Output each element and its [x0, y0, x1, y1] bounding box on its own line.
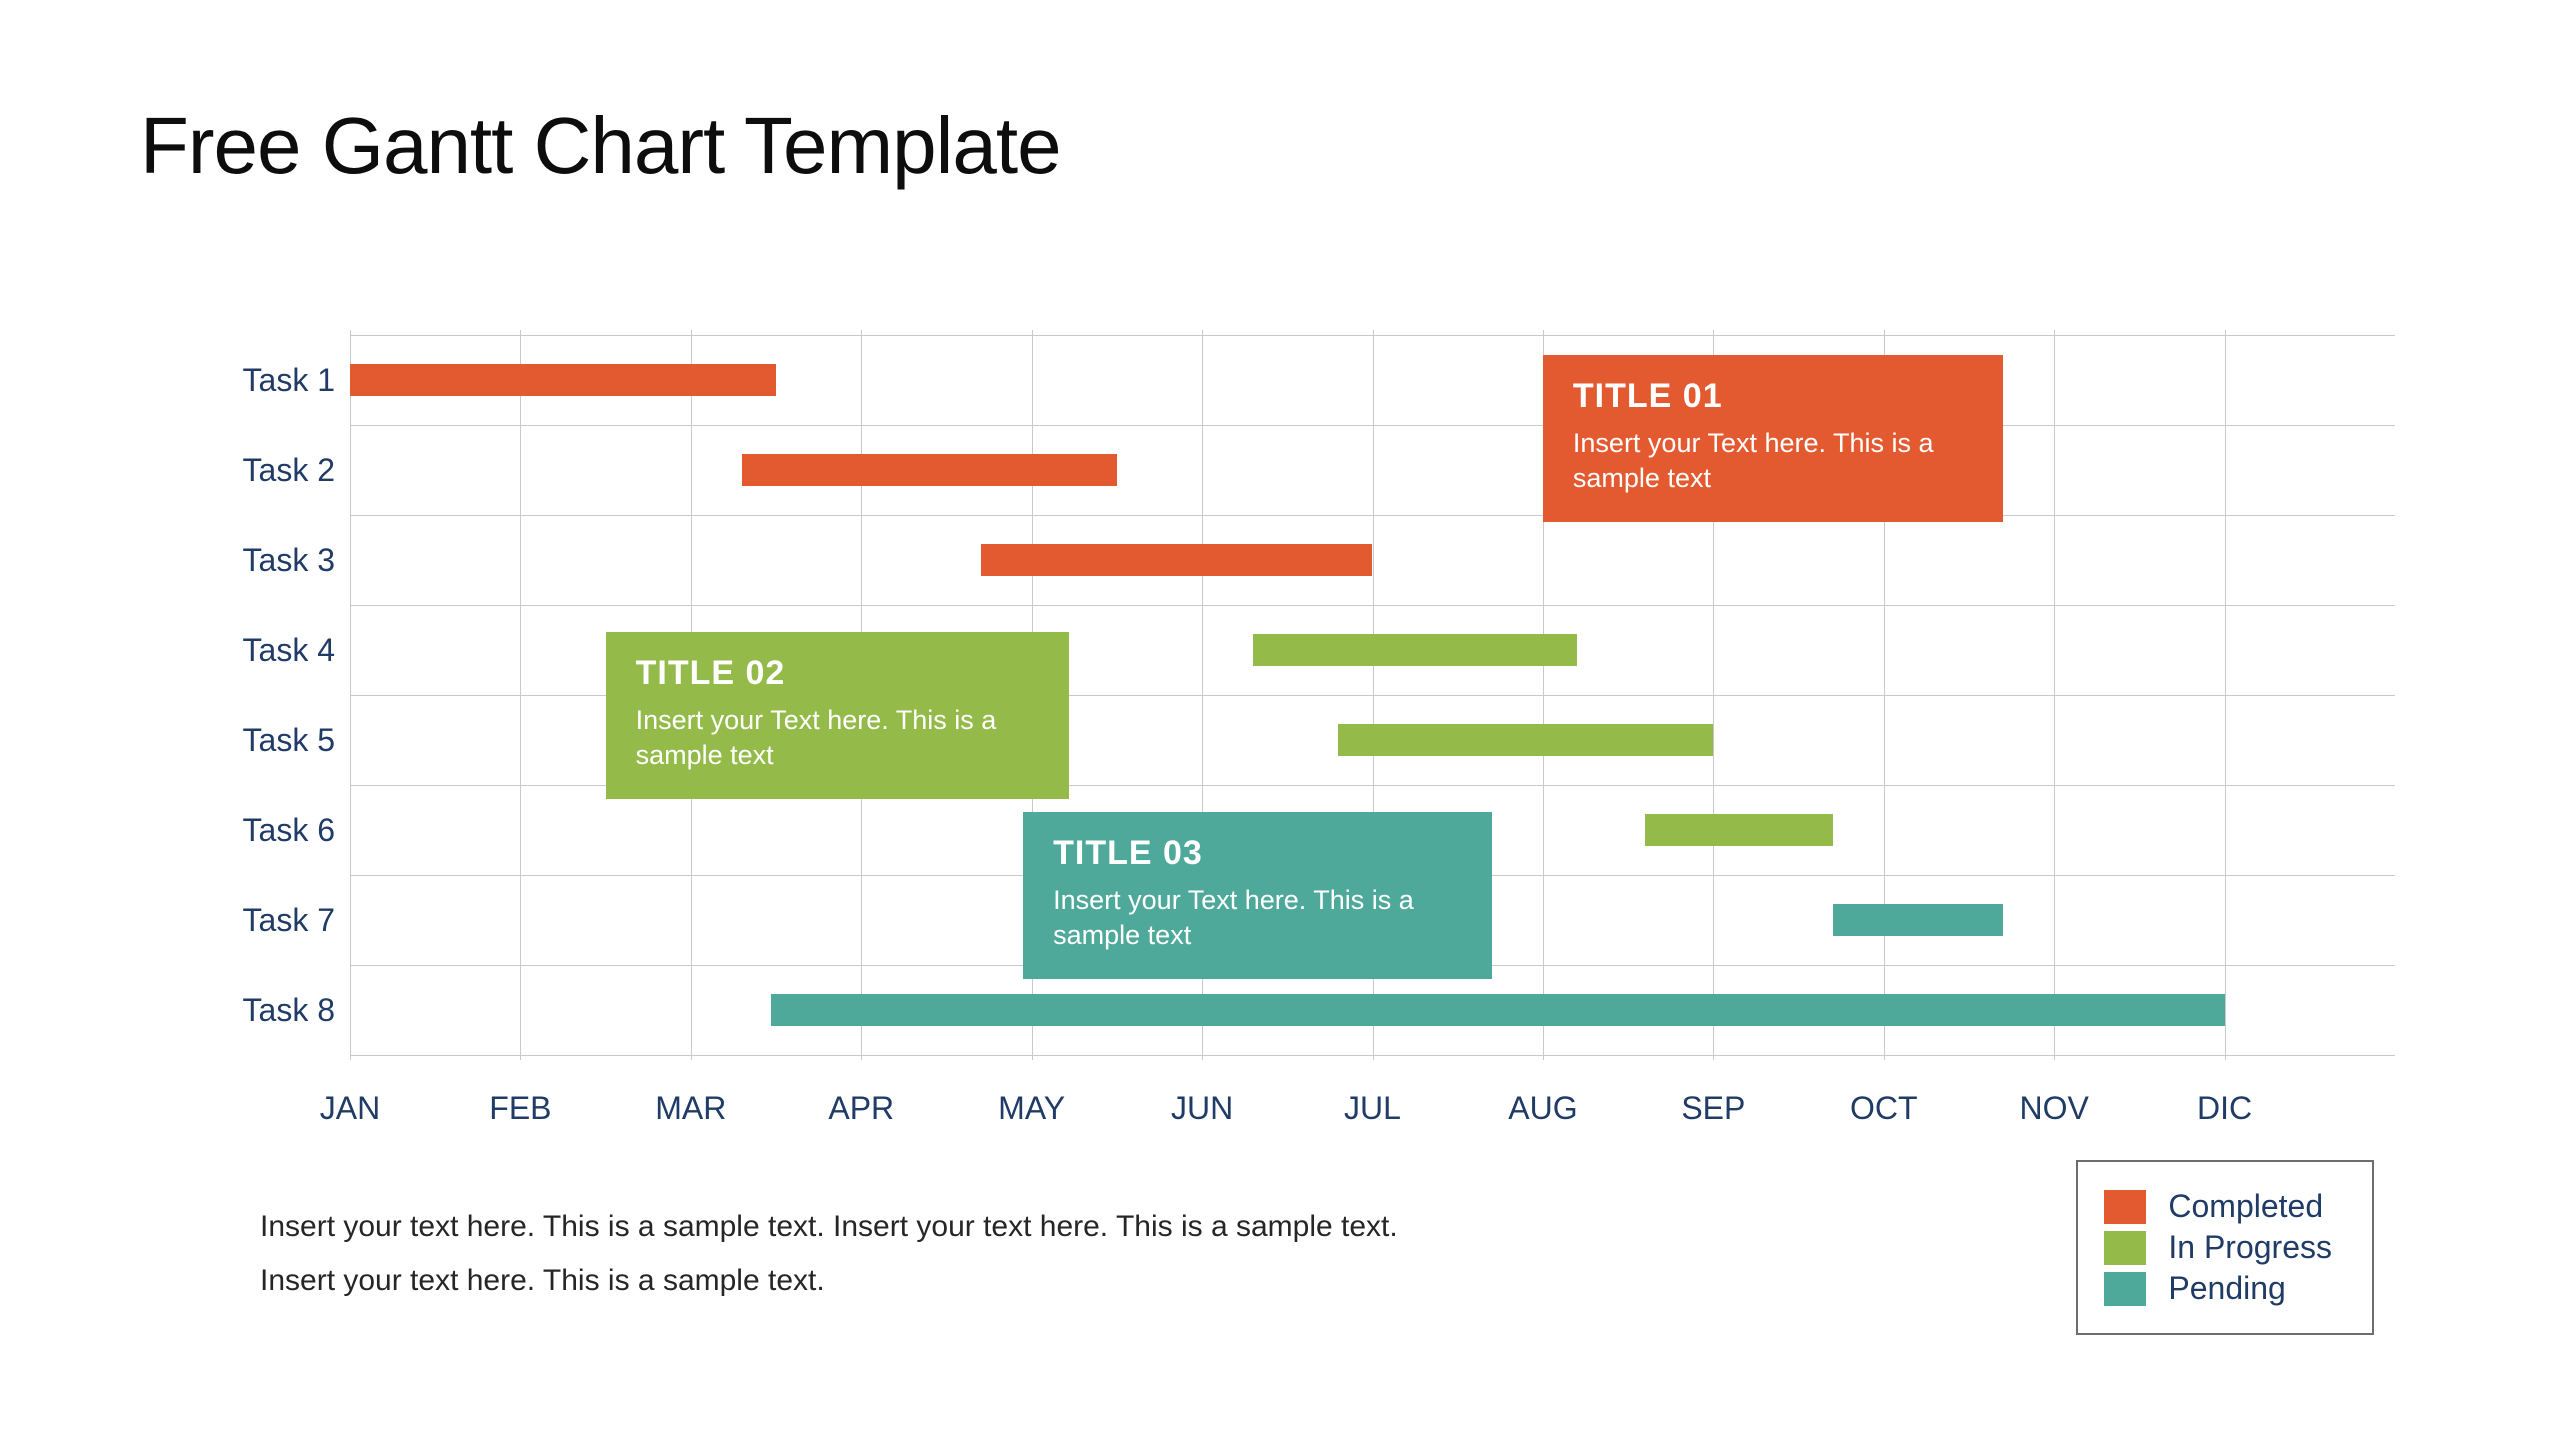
legend-label: Pending: [2168, 1270, 2285, 1307]
plot-region: TITLE 01 Insert your Text here. This is a…: [350, 330, 2395, 1060]
task-label: Task 2: [220, 452, 335, 489]
callout-title: TITLE 02: [636, 654, 1040, 693]
gantt-bar: [350, 364, 776, 396]
gridline-horizontal: [350, 515, 2395, 516]
callout-title: TITLE 01: [1573, 377, 1973, 416]
gantt-bar: [1645, 814, 1832, 846]
slide: Free Gantt Chart Template TITLE 01 Insert…: [0, 0, 2559, 1440]
month-label: JAN: [320, 1090, 380, 1127]
task-label: Task 5: [220, 722, 335, 759]
task-label: Task 1: [220, 362, 335, 399]
callout-body: Insert your Text here. This is a sample …: [636, 703, 1040, 773]
month-label: JUN: [1171, 1090, 1233, 1127]
gridline-horizontal: [350, 1055, 2395, 1056]
legend-swatch: [2104, 1272, 2146, 1306]
month-label: OCT: [1850, 1090, 1918, 1127]
legend-swatch: [2104, 1231, 2146, 1265]
task-label: Task 7: [220, 902, 335, 939]
callout-box: TITLE 03 Insert your Text here. This is a…: [1023, 812, 1492, 979]
legend-item: Pending: [2104, 1270, 2332, 1307]
gridline-horizontal: [350, 605, 2395, 606]
month-label: SEP: [1681, 1090, 1745, 1127]
gantt-chart: TITLE 01 Insert your Text here. This is a…: [220, 330, 2395, 1060]
legend-label: Completed: [2168, 1188, 2323, 1225]
callout-box: TITLE 01 Insert your Text here. This is a…: [1543, 355, 2003, 522]
legend-label: In Progress: [2168, 1229, 2332, 1266]
callout-body: Insert your Text here. This is a sample …: [1053, 883, 1462, 953]
month-label: MAR: [655, 1090, 726, 1127]
month-label: AUG: [1508, 1090, 1577, 1127]
gantt-bar: [771, 994, 2225, 1026]
gantt-bar: [981, 544, 1373, 576]
month-label: NOV: [2019, 1090, 2088, 1127]
task-label: Task 3: [220, 542, 335, 579]
legend-item: In Progress: [2104, 1229, 2332, 1266]
gridline-horizontal: [350, 425, 2395, 426]
page-title: Free Gantt Chart Template: [140, 100, 1061, 192]
callout-body: Insert your Text here. This is a sample …: [1573, 426, 1973, 496]
gantt-bar: [1253, 634, 1577, 666]
task-label: Task 6: [220, 812, 335, 849]
gantt-bar: [1338, 724, 1713, 756]
month-label: APR: [828, 1090, 894, 1127]
legend-item: Completed: [2104, 1188, 2332, 1225]
legend: Completed In Progress Pending: [2076, 1160, 2374, 1335]
month-label: DIC: [2197, 1090, 2252, 1127]
gantt-bar: [1833, 904, 2003, 936]
month-label: JUL: [1344, 1090, 1401, 1127]
month-label: MAY: [998, 1090, 1065, 1127]
description-text: Insert your text here. This is a sample …: [260, 1200, 1398, 1308]
description-line-2: Insert your text here. This is a sample …: [260, 1254, 1398, 1308]
callout-title: TITLE 03: [1053, 834, 1462, 873]
month-label: FEB: [489, 1090, 551, 1127]
callout-box: TITLE 02 Insert your Text here. This is a…: [606, 632, 1070, 799]
task-label: Task 4: [220, 632, 335, 669]
gantt-bar: [742, 454, 1117, 486]
legend-swatch: [2104, 1190, 2146, 1224]
gridline-horizontal: [350, 335, 2395, 336]
task-label: Task 8: [220, 992, 335, 1029]
description-line-1: Insert your text here. This is a sample …: [260, 1200, 1398, 1254]
